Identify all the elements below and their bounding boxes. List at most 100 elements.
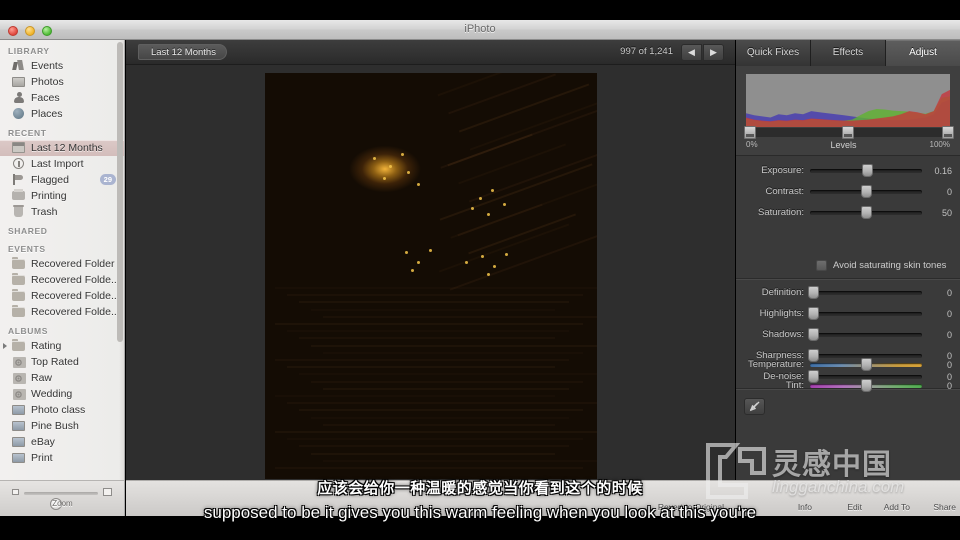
photo-texture bbox=[275, 359, 569, 361]
highlights-label: Highlights: bbox=[759, 308, 804, 319]
previous-photo-button[interactable]: ◀ bbox=[681, 44, 702, 61]
sidebar-item-label: Flagged bbox=[31, 174, 69, 186]
sidebar-item-raw[interactable]: Raw bbox=[0, 370, 124, 386]
photo-image bbox=[265, 73, 597, 479]
sidebar-item-label: Printing bbox=[31, 190, 67, 202]
avoid-skin-tones-checkbox[interactable] bbox=[816, 260, 827, 271]
histogram-chart bbox=[746, 74, 950, 127]
viewer-toolbar: Last 12 Months 997 of 1,241 ◀ ▶ bbox=[126, 40, 735, 65]
levels-black-point-handle[interactable] bbox=[744, 126, 756, 139]
definition-slider-knob[interactable] bbox=[808, 285, 820, 299]
sidebar-item-label: Print bbox=[31, 452, 53, 464]
photos-icon bbox=[12, 76, 26, 88]
tint-slider-track[interactable] bbox=[810, 378, 922, 392]
photo-texture bbox=[287, 438, 583, 441]
sidebar-scrollbar-thumb[interactable] bbox=[117, 42, 123, 342]
photo-canvas[interactable] bbox=[265, 73, 597, 479]
sidebar-item-faces[interactable]: Faces bbox=[0, 90, 124, 106]
printer-icon bbox=[12, 189, 26, 202]
photo-texture bbox=[287, 366, 555, 369]
photo-texture bbox=[287, 294, 583, 297]
temperature-label: Temperature: bbox=[748, 359, 804, 370]
slider-row-temperature: Temperature: 0 bbox=[736, 354, 960, 375]
photo-texture bbox=[299, 445, 569, 448]
definition-slider-track[interactable] bbox=[808, 285, 922, 299]
photo-texture bbox=[493, 265, 496, 268]
sidebar-item-printing[interactable]: Printing bbox=[0, 188, 124, 204]
photo-texture bbox=[275, 395, 555, 397]
sidebar-item-flagged[interactable]: Flagged 29 bbox=[0, 172, 124, 188]
exposure-slider-knob[interactable] bbox=[862, 163, 874, 177]
temperature-slider-knob[interactable] bbox=[861, 357, 872, 371]
sidebar-item-recovered-folde[interactable]: Recovered Folde... bbox=[0, 288, 124, 304]
sidebar-item-ebay[interactable]: eBay bbox=[0, 434, 124, 450]
photo-texture bbox=[469, 93, 597, 151]
levels-midpoint-handle[interactable] bbox=[842, 126, 854, 139]
definition-label: Definition: bbox=[761, 287, 804, 298]
highlights-slider-track[interactable] bbox=[808, 306, 922, 320]
sidebar-item-label: Recovered Folde... bbox=[31, 290, 120, 302]
folder-icon bbox=[12, 257, 26, 270]
sidebar-item-recovered-folde[interactable]: Recovered Folde... bbox=[0, 304, 124, 320]
sidebar-item-label: Photo class bbox=[31, 404, 86, 416]
tab-quick-fixes[interactable]: Quick Fixes bbox=[736, 40, 811, 66]
contrast-slider-knob[interactable] bbox=[861, 184, 872, 198]
disclosure-triangle-icon[interactable] bbox=[3, 343, 7, 349]
sidebar-item-label: Pine Bush bbox=[31, 420, 79, 432]
next-photo-button[interactable]: ▶ bbox=[703, 44, 724, 61]
sidebar-item-events[interactable]: Events bbox=[0, 58, 124, 74]
temperature-slider-track[interactable] bbox=[810, 357, 922, 371]
saturation-slider-knob[interactable] bbox=[861, 205, 872, 219]
saturation-slider-track[interactable] bbox=[810, 205, 922, 219]
sidebar-item-label: eBay bbox=[31, 436, 55, 448]
sidebar-section-header: ALBUMS bbox=[8, 326, 48, 336]
levels-max-label: 100% bbox=[929, 140, 950, 149]
sidebar-item-label: Events bbox=[31, 60, 64, 72]
sidebar-scrollbar[interactable] bbox=[117, 42, 123, 478]
sidebar-item-photos[interactable]: Photos bbox=[0, 74, 124, 90]
sidebar-item-trash[interactable]: Trash bbox=[0, 204, 124, 220]
tab-effects[interactable]: Effects bbox=[811, 40, 886, 66]
flag-icon bbox=[12, 174, 26, 186]
shadows-slider-knob[interactable] bbox=[808, 327, 820, 341]
photo-texture bbox=[465, 261, 468, 264]
breadcrumb[interactable]: Last 12 Months bbox=[138, 44, 227, 60]
sidebar-item-photo-class[interactable]: Photo class bbox=[0, 402, 124, 418]
photo-texture bbox=[487, 213, 490, 216]
sidebar-item-print[interactable]: Print bbox=[0, 450, 124, 466]
tint-value: 0 bbox=[946, 380, 952, 391]
sidebar-item-label: Faces bbox=[31, 92, 60, 104]
photo-texture bbox=[299, 301, 569, 304]
highlights-slider-knob[interactable] bbox=[808, 306, 820, 320]
slider-row-saturation: Saturation: 50 bbox=[736, 202, 960, 223]
video-letterbox-top bbox=[0, 0, 960, 20]
sidebar-item-pine-bush[interactable]: Pine Bush bbox=[0, 418, 124, 434]
shadows-slider-track[interactable] bbox=[808, 327, 922, 341]
sidebar-item-last-import[interactable]: Last Import bbox=[0, 156, 124, 172]
tint-slider-knob[interactable] bbox=[861, 378, 872, 392]
sidebar-item-wedding[interactable]: Wedding bbox=[0, 386, 124, 402]
sidebar-item-recovered-folder[interactable]: Recovered Folder bbox=[0, 256, 124, 272]
sidebar-item-recovered-folde[interactable]: Recovered Folde... bbox=[0, 272, 124, 288]
download-icon bbox=[12, 158, 26, 170]
library-sidebar[interactable]: LIBRARY Events Photos Faces Places RECENT Last… bbox=[0, 40, 125, 480]
exposure-slider-track[interactable] bbox=[810, 163, 922, 177]
photo-texture bbox=[311, 308, 555, 311]
sidebar-item-last-12-months[interactable]: Last 12 Months bbox=[0, 140, 124, 156]
photo-texture bbox=[487, 273, 490, 276]
tab-adjust[interactable]: Adjust bbox=[886, 40, 960, 66]
photo-texture bbox=[299, 373, 597, 376]
sidebar-item-places[interactable]: Places bbox=[0, 106, 124, 122]
sidebar-item-top-rated[interactable]: Top Rated bbox=[0, 354, 124, 370]
saturation-value: 50 bbox=[941, 207, 952, 218]
definition-value: 0 bbox=[946, 287, 952, 298]
shadows-label: Shadows: bbox=[762, 329, 804, 340]
eyedropper-icon[interactable] bbox=[744, 398, 765, 415]
levels-white-point-handle[interactable] bbox=[942, 126, 954, 139]
contrast-slider-track[interactable] bbox=[810, 184, 922, 198]
screen-root: iPhoto LIBRARY Events Photos Faces Places REC… bbox=[0, 0, 960, 540]
sidebar-item-label: Raw bbox=[31, 372, 53, 384]
photo-texture bbox=[471, 207, 474, 210]
photo-texture bbox=[275, 323, 583, 325]
sidebar-item-rating[interactable]: Rating bbox=[0, 338, 124, 354]
